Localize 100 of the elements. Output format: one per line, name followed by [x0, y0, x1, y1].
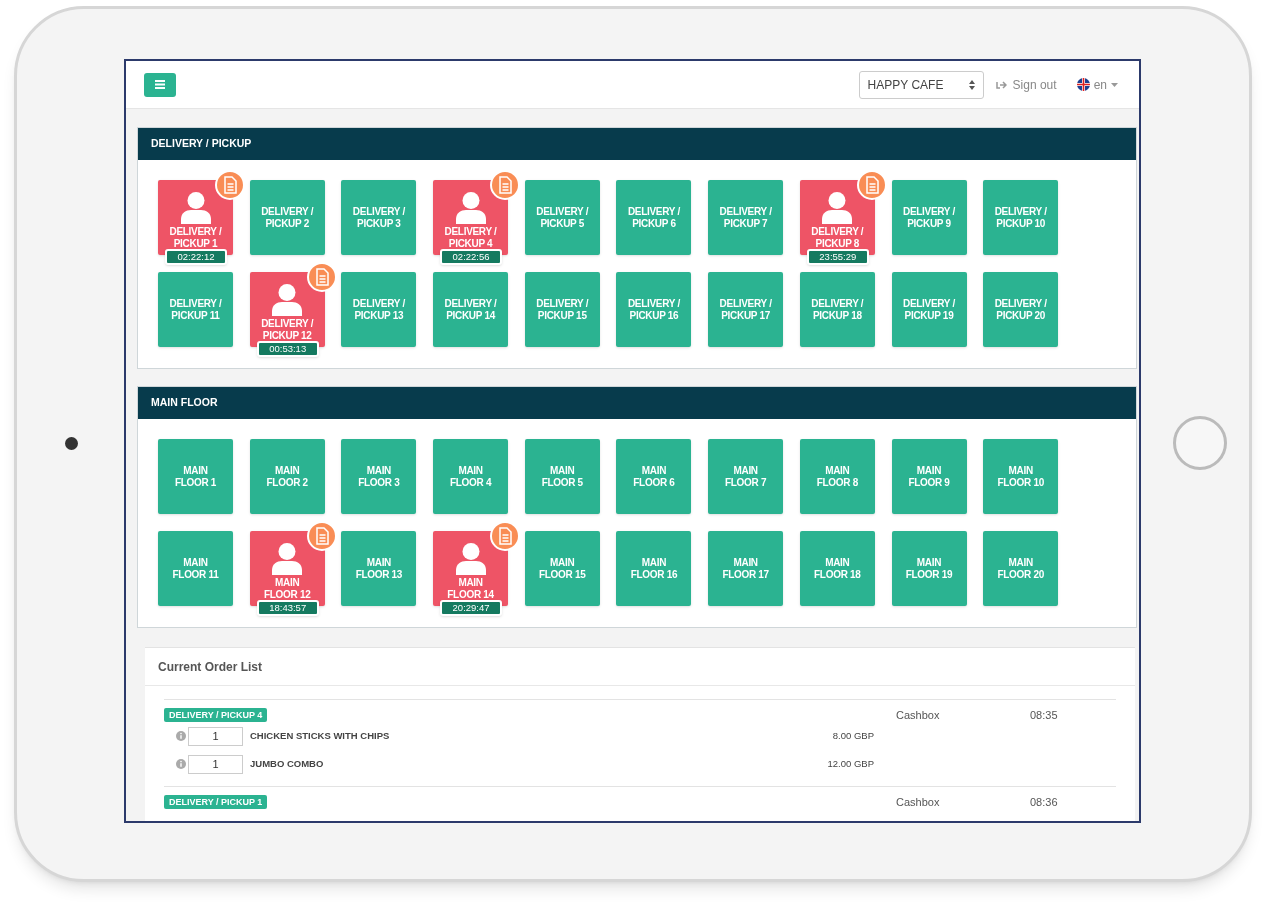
table-label: DELIVERY / PICKUP 1 — [168, 226, 223, 250]
table-tile[interactable]: DELIVERY / PICKUP 14 — [433, 272, 509, 347]
table-label: DELIVERY / PICKUP 14 — [443, 297, 498, 322]
table-tile[interactable]: MAIN FLOOR 16 — [616, 531, 692, 606]
person-icon — [822, 192, 853, 224]
caret-icon — [1111, 82, 1118, 87]
table-tile[interactable]: MAIN FLOOR 4 — [433, 439, 509, 514]
item-name: JUMBO COMBO — [250, 756, 325, 771]
item-price: 8.00 GBP — [832, 728, 874, 743]
table-tile[interactable]: DELIVERY / PICKUP 20 — [983, 272, 1059, 347]
table-tile[interactable]: MAIN FLOOR 6 — [616, 439, 692, 514]
table-label: DELIVERY / PICKUP 12 — [260, 318, 315, 342]
table-tile[interactable]: DELIVERY / PICKUP 5 — [524, 180, 600, 255]
menu-button[interactable] — [144, 72, 176, 97]
table-tile[interactable]: DELIVERY / PICKUP 11 — [158, 272, 233, 347]
sign-out-link[interactable]: Sign out — [1012, 75, 1057, 94]
order-source: Cashbox — [896, 795, 941, 809]
table-tile[interactable]: DELIVERY / PICKUP 2 — [249, 180, 325, 255]
table-tile[interactable]: DELIVERY / PICKUP 3 — [341, 180, 417, 255]
table-tile[interactable]: MAIN FLOOR 2 — [249, 439, 325, 514]
table-label: DELIVERY / PICKUP 16 — [626, 297, 681, 322]
table-label: MAIN FLOOR 18 — [813, 556, 862, 581]
table-tile[interactable]: DELIVERY / PICKUP 13 — [341, 272, 417, 347]
table-label: MAIN FLOOR 6 — [632, 464, 676, 489]
receipt-badge-icon — [306, 262, 337, 292]
flag-icon — [1076, 78, 1090, 91]
timer-badge: 02:22:12 — [165, 249, 227, 265]
table-tile[interactable]: MAIN FLOOR 1 — [158, 439, 233, 514]
timer-badge: 23:55:29 — [806, 249, 869, 265]
person-icon — [272, 543, 303, 575]
table-label: MAIN FLOOR 4 — [448, 464, 493, 489]
table-tile[interactable]: MAIN FLOOR 10 — [983, 439, 1059, 514]
timer-badge: 02:22:56 — [440, 249, 503, 265]
table-label: MAIN FLOOR 3 — [357, 464, 401, 489]
table-tile[interactable]: DELIVERY / PICKUP 9 — [891, 180, 967, 255]
quantity-field[interactable]: 1 — [188, 754, 243, 774]
table-tile[interactable]: DELIVERY / PICKUP 16 — [616, 272, 692, 347]
menu-icon — [155, 80, 165, 89]
table-tile[interactable]: MAIN FLOOR 11 — [158, 531, 233, 606]
table-tile[interactable]: MAIN FLOOR 17 — [708, 531, 784, 606]
receipt-badge-icon — [490, 170, 521, 200]
table-tile[interactable]: MAIN FLOOR 20 — [983, 531, 1059, 606]
language-dropdown[interactable]: en — [1076, 75, 1118, 94]
person-icon — [455, 543, 486, 575]
item-name: CHICKEN STICKS WITH CHIPS — [250, 728, 391, 743]
table-label: DELIVERY / PICKUP 19 — [902, 297, 956, 322]
table-label: DELIVERY / PICKUP 3 — [351, 205, 406, 230]
table-label: MAIN FLOOR 20 — [996, 556, 1045, 581]
table-tile[interactable]: DELIVERY / PICKUP 17 — [708, 272, 784, 347]
table-tile[interactable]: MAIN FLOOR 9 — [891, 439, 967, 514]
table-tile[interactable]: DELIVERY / PICKUP 19 — [891, 272, 967, 347]
table-tile[interactable]: DELIVERY / PICKUP 7 — [708, 180, 784, 255]
table-label: MAIN FLOOR 15 — [538, 556, 587, 581]
order-source: Cashbox — [896, 708, 941, 723]
venue-select[interactable]: HAPPY CAFE — [858, 70, 984, 99]
info-icon — [176, 731, 186, 741]
table-label: DELIVERY / PICKUP 6 — [626, 205, 681, 230]
receipt-badge-icon — [856, 170, 887, 200]
table-label: MAIN FLOOR 1 — [173, 464, 218, 489]
table-label: DELIVERY / PICKUP 9 — [902, 205, 956, 230]
table-label: MAIN FLOOR 19 — [904, 556, 954, 581]
section-header: MAIN FLOOR — [138, 387, 1136, 419]
receipt-badge-icon — [306, 521, 337, 551]
table-label: DELIVERY / PICKUP 5 — [535, 205, 590, 230]
select-arrows-icon — [968, 79, 975, 90]
order-time: 08:35 — [1030, 708, 1058, 723]
timer-badge: 18:43:57 — [256, 600, 319, 616]
table-label: DELIVERY / PICKUP 2 — [260, 205, 315, 230]
receipt-badge-icon — [490, 521, 521, 551]
table-tile[interactable]: MAIN FLOOR 13 — [341, 531, 417, 606]
table-tag: DELIVERY / PICKUP 1 — [164, 795, 268, 809]
table-tile[interactable]: MAIN FLOOR 15 — [524, 531, 600, 606]
table-label: MAIN FLOOR 11 — [171, 556, 220, 581]
table-tile[interactable]: MAIN FLOOR 8 — [799, 439, 875, 514]
table-tag: DELIVERY / PICKUP 4 — [164, 708, 268, 722]
table-label: DELIVERY / PICKUP 17 — [718, 297, 773, 322]
table-tile[interactable]: MAIN FLOOR 7 — [708, 439, 784, 514]
table-label: DELIVERY / PICKUP 15 — [535, 297, 590, 322]
table-tile[interactable]: DELIVERY / PICKUP 15 — [524, 272, 600, 347]
table-tile[interactable]: DELIVERY / PICKUP 18 — [799, 272, 875, 347]
order-time: 08:36 — [1030, 795, 1058, 809]
person-icon — [455, 192, 486, 224]
item-price: 12.00 GBP — [827, 756, 874, 771]
table-tile[interactable]: MAIN FLOOR 5 — [524, 439, 600, 514]
table-label: DELIVERY / PICKUP 18 — [810, 297, 865, 322]
table-label: MAIN FLOOR 7 — [724, 464, 768, 489]
table-tile[interactable]: MAIN FLOOR 18 — [799, 531, 875, 606]
table-tile[interactable]: MAIN FLOOR 19 — [891, 531, 967, 606]
table-tile[interactable]: DELIVERY / PICKUP 6 — [616, 180, 692, 255]
card-title: Current Order List — [145, 648, 1135, 686]
table-label: MAIN FLOOR 2 — [265, 464, 309, 489]
table-label: MAIN FLOOR 17 — [721, 556, 770, 581]
table-label: DELIVERY / PICKUP 7 — [718, 205, 773, 230]
table-tile[interactable]: MAIN FLOOR 3 — [341, 439, 417, 514]
table-label: DELIVERY / PICKUP 13 — [351, 297, 406, 322]
table-label: MAIN FLOOR 12 — [262, 577, 312, 601]
table-label: MAIN FLOOR 9 — [907, 464, 951, 489]
table-label: DELIVERY / PICKUP 8 — [810, 226, 865, 250]
table-tile[interactable]: DELIVERY / PICKUP 10 — [983, 180, 1059, 255]
quantity-field[interactable]: 1 — [188, 726, 243, 746]
